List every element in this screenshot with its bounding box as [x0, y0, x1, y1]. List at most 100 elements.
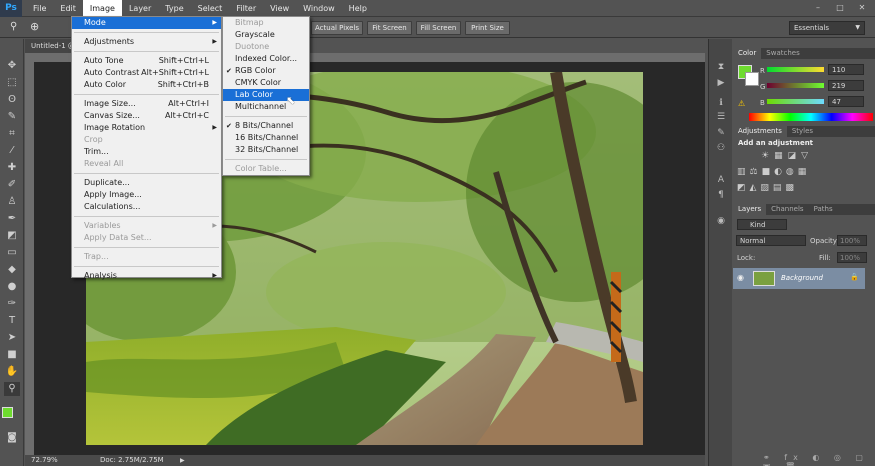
3d-icon[interactable]: ◉ [714, 215, 728, 227]
type-tool-icon[interactable]: T [4, 314, 20, 328]
menu-item-auto-tone[interactable]: Auto Tone Shift+Ctrl+L [72, 55, 221, 67]
clone-stamp-tool-icon[interactable]: ♙ [4, 195, 20, 209]
menu-item-32-bits-channel[interactable]: 32 Bits/Channel [223, 144, 309, 156]
color-panel-tabs: Color Swatches [733, 48, 875, 59]
menu-file[interactable]: File [26, 0, 53, 17]
dodge-tool-icon[interactable]: ● [4, 280, 20, 294]
menu-image[interactable]: Image [82, 0, 122, 17]
eyedropper-tool-icon[interactable]: ⁄ [4, 144, 20, 158]
print-size-button[interactable]: Print Size [465, 21, 510, 35]
zoom-in-icon[interactable]: ⊕ [30, 20, 39, 33]
adjustment-icons-row-1[interactable]: ☀▦◪▽ [761, 151, 813, 161]
fit-screen-button[interactable]: Fit Screen [367, 21, 412, 35]
menu-item-rgb-color[interactable]: ✔ RGB Color [223, 65, 309, 77]
history-brush-tool-icon[interactable]: ✒ [4, 212, 20, 226]
actual-pixels-button[interactable]: Actual Pixels [311, 21, 363, 35]
menu-item-adjustments[interactable]: Adjustments ▶ [72, 36, 221, 48]
opacity-input[interactable]: 100% [837, 235, 867, 246]
color-spectrum-bar[interactable] [749, 113, 873, 121]
fill-screen-button[interactable]: Fill Screen [416, 21, 461, 35]
quick-select-tool-icon[interactable]: ✎ [4, 110, 20, 124]
channel-r-slider[interactable] [767, 67, 824, 72]
brush-presets-icon[interactable]: ✎ [714, 127, 728, 139]
tab-layers[interactable]: Layers [733, 204, 767, 215]
channel-b-slider[interactable] [767, 99, 824, 104]
properties-icon[interactable]: ☰ [714, 111, 728, 123]
tab-swatches[interactable]: Swatches [761, 48, 804, 59]
workspace-select[interactable]: Essentials ▼ [789, 21, 865, 35]
menu-window[interactable]: Window [296, 0, 342, 17]
quick-mask-icon[interactable]: ◙ [4, 431, 20, 445]
menu-item-calculations[interactable]: Calculations... [72, 201, 221, 213]
menu-item-auto-color[interactable]: Auto Color Shift+Ctrl+B [72, 79, 221, 91]
layer-row-background[interactable]: ◉ Background 🔒 [733, 268, 865, 289]
menu-item-apply-image[interactable]: Apply Image... [72, 189, 221, 201]
menu-item-lab-color[interactable]: Lab Color [223, 89, 309, 101]
gradient-tool-icon[interactable]: ▭ [4, 246, 20, 260]
menu-item-8-bits-channel[interactable]: ✔ 8 Bits/Channel [223, 120, 309, 132]
lasso-tool-icon[interactable]: ʘ [4, 93, 20, 107]
menu-item-analysis[interactable]: Analysis ▶ [72, 270, 221, 282]
menu-item-image-size[interactable]: Image Size... Alt+Ctrl+I [72, 98, 221, 110]
menu-filter[interactable]: Filter [229, 0, 263, 17]
pen-tool-icon[interactable]: ✑ [4, 297, 20, 311]
maximize-button[interactable]: □ [831, 2, 849, 14]
menu-item-canvas-size[interactable]: Canvas Size... Alt+Ctrl+C [72, 110, 221, 122]
menu-item-trim[interactable]: Trim... [72, 146, 221, 158]
eraser-tool-icon[interactable]: ◩ [4, 229, 20, 243]
menu-layer[interactable]: Layer [122, 0, 158, 17]
layer-actions-bar[interactable]: ⚭ fx ◐ ◎ ▢ ▣ 🗑 [763, 453, 875, 466]
channel-b-value[interactable]: 47 [828, 96, 864, 107]
menu-item-auto-contrast[interactable]: Auto Contrast Alt+Shift+Ctrl+L [72, 67, 221, 79]
paragraph-icon[interactable]: ¶ [714, 189, 728, 201]
blur-tool-icon[interactable]: ◆ [4, 263, 20, 277]
menu-item-duplicate[interactable]: Duplicate... [72, 177, 221, 189]
tab-paths[interactable]: Paths [809, 204, 838, 215]
menu-item-cmyk-color[interactable]: CMYK Color [223, 77, 309, 89]
adjustment-icons-row-2[interactable]: ▥⚖■◐◍▦ [737, 167, 810, 177]
status-arrow-icon[interactable]: ▶ [180, 455, 185, 466]
channel-g-value[interactable]: 219 [828, 80, 864, 91]
menu-item-indexed-color[interactable]: Indexed Color... [223, 53, 309, 65]
eye-icon[interactable]: ◉ [737, 273, 744, 282]
background-color-chip[interactable] [745, 72, 759, 86]
menu-help[interactable]: Help [342, 0, 374, 17]
clone-source-icon[interactable]: ⚇ [714, 142, 728, 154]
crop-tool-icon[interactable]: ⌗ [4, 127, 20, 141]
menu-item-16-bits-channel[interactable]: 16 Bits/Channel [223, 132, 309, 144]
tab-channels[interactable]: Channels [766, 204, 808, 215]
zoom-level[interactable]: 72.79% [31, 455, 58, 466]
foreground-color-swatch[interactable] [2, 407, 13, 418]
menu-item-multichannel[interactable]: Multichannel [223, 101, 309, 113]
healing-brush-tool-icon[interactable]: ✚ [4, 161, 20, 175]
adjustment-icons-row-3[interactable]: ◩◭▨▤▩ [737, 183, 798, 193]
menu-item-grayscale[interactable]: Grayscale [223, 29, 309, 41]
menu-edit[interactable]: Edit [53, 0, 83, 17]
menu-item-image-rotation[interactable]: Image Rotation ▶ [72, 122, 221, 134]
brush-tool-icon[interactable]: ✐ [4, 178, 20, 192]
channel-r-value[interactable]: 110 [828, 64, 864, 75]
shape-tool-icon[interactable]: ■ [4, 348, 20, 362]
path-select-tool-icon[interactable]: ➤ [4, 331, 20, 345]
menu-item-mode[interactable]: Mode ▶ [72, 17, 221, 29]
fill-input[interactable]: 100% [837, 252, 867, 263]
info-icon[interactable]: ℹ [714, 97, 728, 109]
history-icon[interactable]: ⧗ [714, 61, 728, 73]
minimize-button[interactable]: – [809, 2, 827, 14]
menu-select[interactable]: Select [191, 0, 230, 17]
blend-mode-select[interactable]: Normal [736, 235, 806, 246]
close-button[interactable]: ✕ [853, 2, 871, 14]
tab-styles[interactable]: Styles [787, 126, 818, 137]
marquee-tool-icon[interactable]: ⬚ [4, 76, 20, 90]
menu-type[interactable]: Type [158, 0, 190, 17]
channel-g-slider[interactable] [767, 83, 824, 88]
zoom-tool-icon[interactable]: ⚲ [4, 382, 20, 396]
character-icon[interactable]: A [714, 174, 728, 186]
tab-adjustments[interactable]: Adjustments [733, 126, 787, 137]
move-tool-icon[interactable]: ✥ [4, 59, 20, 73]
hand-tool-icon[interactable]: ✋ [4, 365, 20, 379]
layer-filter-select[interactable]: Kind [737, 219, 787, 230]
actions-icon[interactable]: ▶ [714, 77, 728, 89]
tab-color[interactable]: Color [733, 48, 762, 59]
menu-view[interactable]: View [263, 0, 296, 17]
